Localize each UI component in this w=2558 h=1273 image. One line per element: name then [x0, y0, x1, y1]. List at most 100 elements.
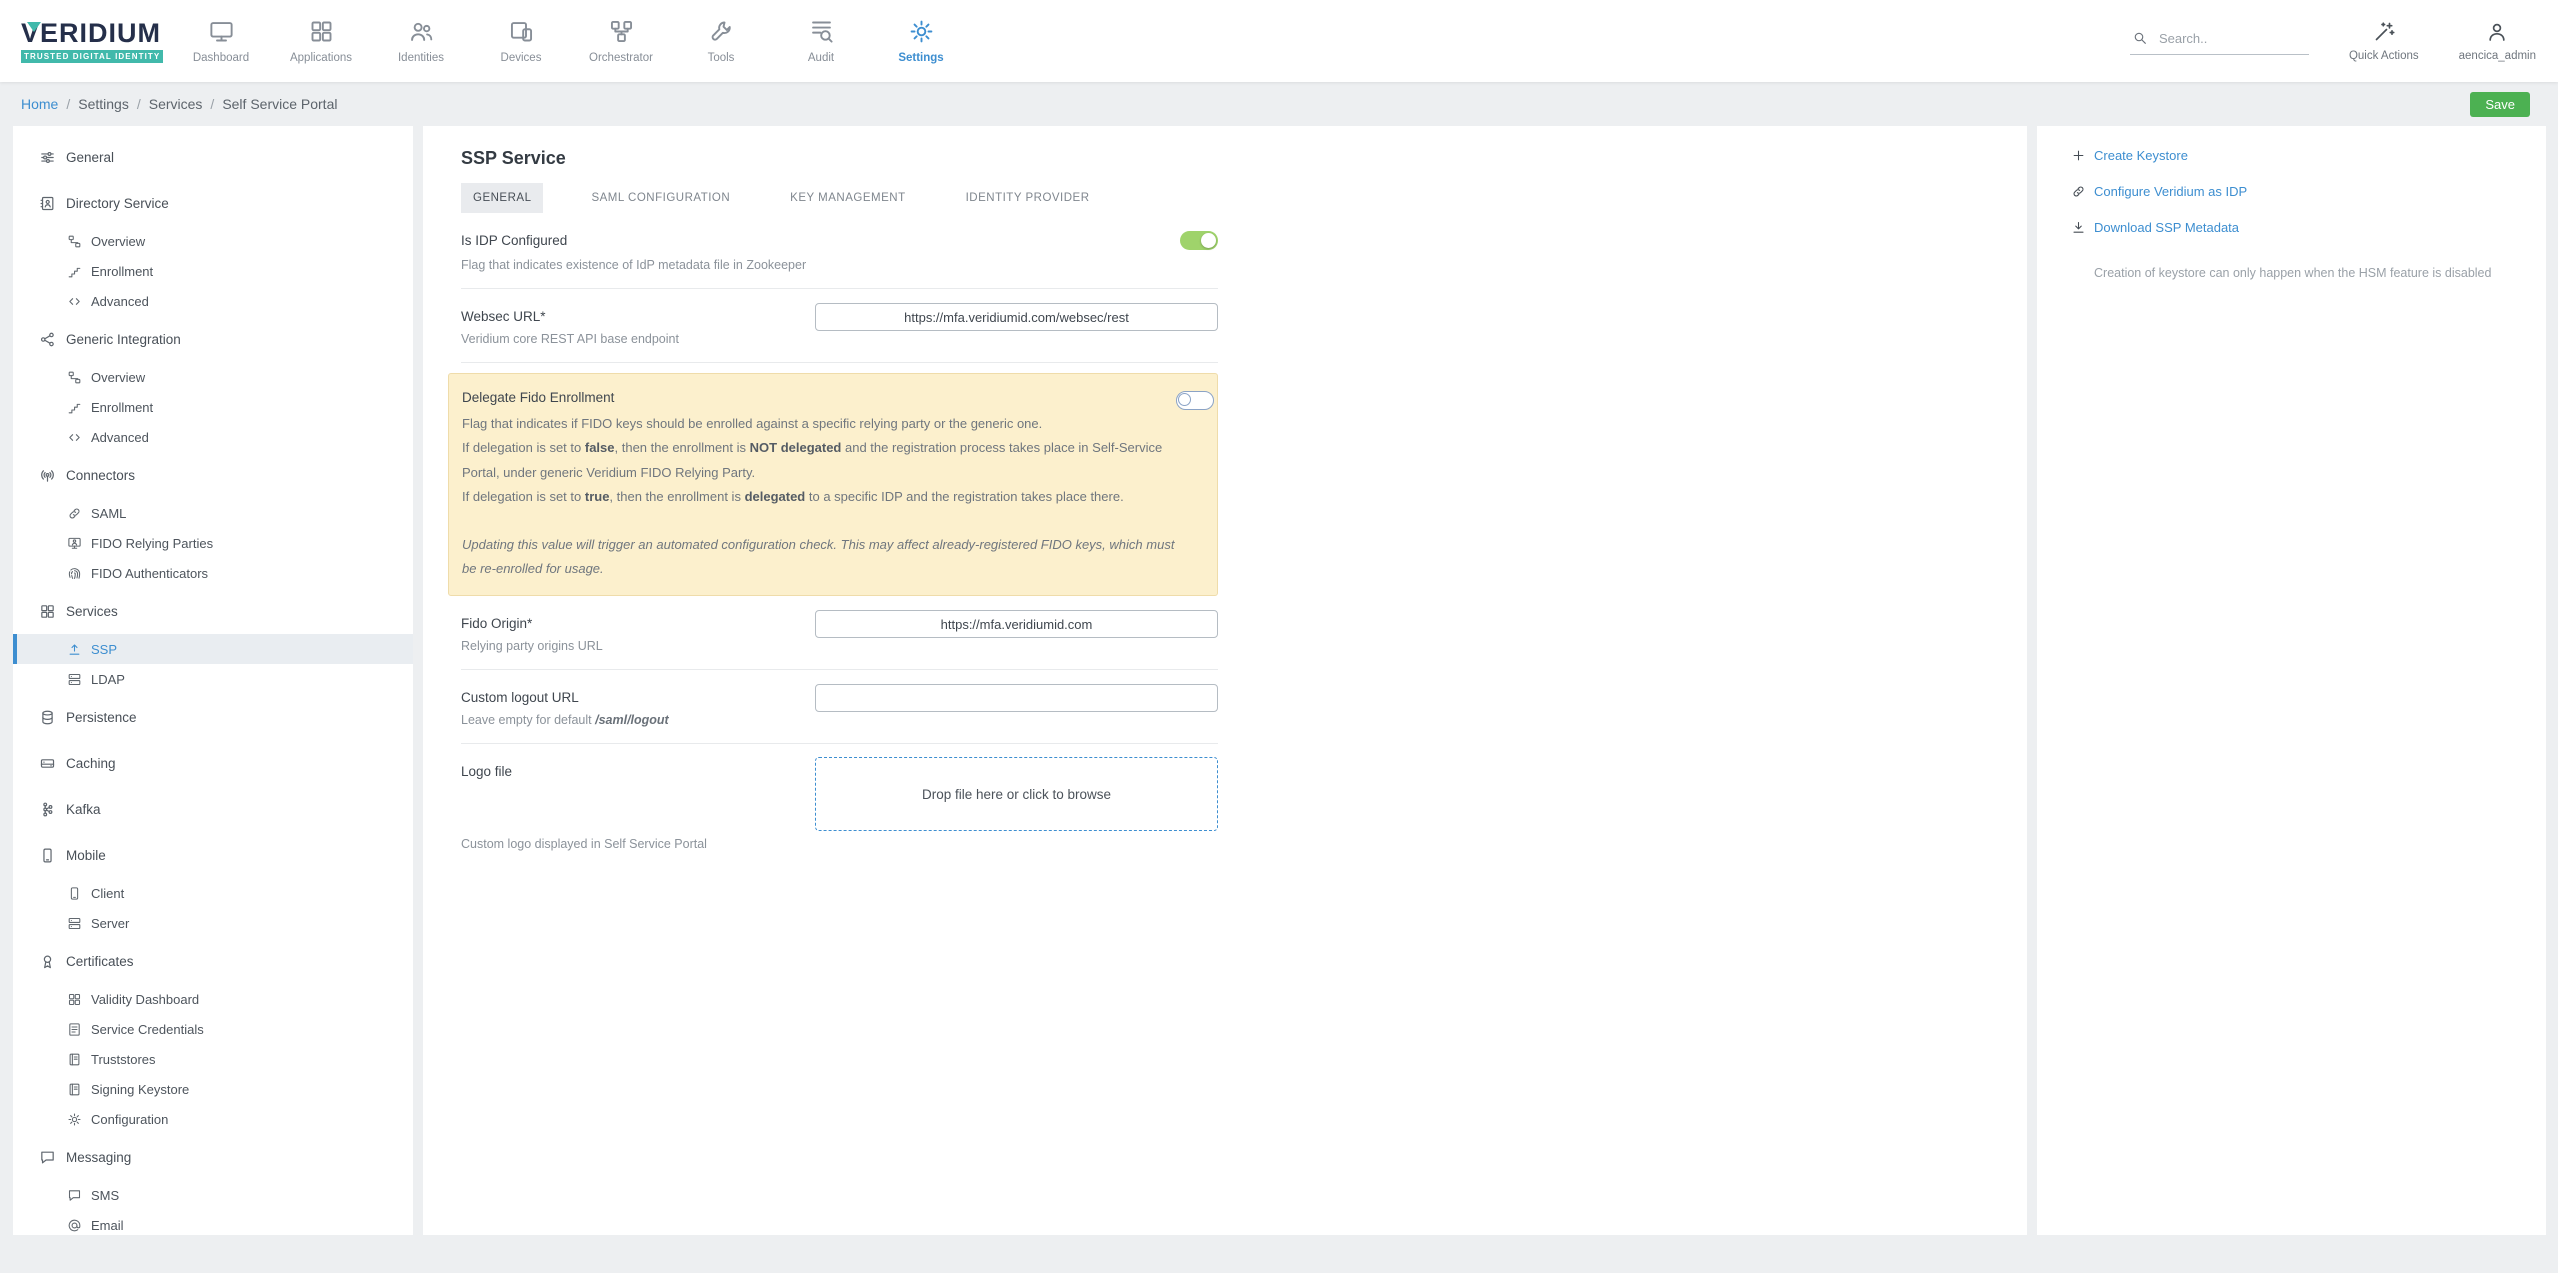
logo-dropzone[interactable]: Drop file here or click to browse — [815, 757, 1218, 831]
sidebar-item-connectors-saml[interactable]: SAML — [13, 498, 413, 528]
sidebar-item-label: Service Credentials — [91, 1022, 204, 1037]
screen-user-icon — [67, 536, 82, 551]
is-idp-configured-description: Flag that indicates existence of IdP met… — [461, 258, 1218, 272]
websec-url-input[interactable] — [815, 303, 1218, 331]
sidebar-item-label: FIDO Relying Parties — [91, 536, 213, 551]
custom-logout-input[interactable] — [815, 684, 1218, 712]
nav-item-identities[interactable]: Identities — [371, 0, 471, 82]
ssp-general-form: Is IDP Configured Flag that indicates ex… — [461, 213, 1218, 867]
sidebar-item-persistence[interactable]: Persistence — [13, 694, 413, 740]
quick-actions-label: Quick Actions — [2349, 50, 2419, 62]
nav-item-applications[interactable]: Applications — [271, 0, 371, 82]
sidebar-item-directory-service-overview[interactable]: Overview — [13, 226, 413, 256]
save-button[interactable]: Save — [2470, 92, 2530, 117]
sidebar-item-messaging[interactable]: Messaging — [13, 1134, 413, 1180]
tab-key-management[interactable]: KEY MANAGEMENT — [778, 183, 917, 213]
user-menu[interactable]: aencica_admin — [2459, 20, 2536, 62]
sidebar-item-directory-service-advanced[interactable]: Advanced — [13, 286, 413, 316]
configure-veridium-as-idp-link[interactable]: Configure Veridium as IDP — [2071, 173, 2516, 209]
orchestrator-icon — [608, 18, 635, 45]
sidebar-item-generic-integration-overview[interactable]: Overview — [13, 362, 413, 392]
sliders-icon — [39, 149, 56, 166]
sidebar-item-mobile-server[interactable]: Server — [13, 908, 413, 938]
steps-icon — [67, 264, 82, 279]
delegate-fido-enrollment-section: Delegate Fido Enrollment Flag that indic… — [448, 373, 1218, 596]
nav-item-settings[interactable]: Settings — [871, 0, 971, 82]
is-idp-configured-toggle[interactable] — [1180, 231, 1218, 250]
sidebar-item-label: Connectors — [66, 468, 135, 483]
sidebar-item-certificates-configuration[interactable]: Configuration — [13, 1104, 413, 1134]
nav-item-orchestrator[interactable]: Orchestrator — [571, 0, 671, 82]
server-icon — [67, 672, 82, 687]
delegate-description-line: If delegation is set to false, then the … — [462, 436, 1184, 485]
tab-saml-configuration[interactable]: SAML CONFIGURATION — [579, 183, 742, 213]
sidebar-item-caching[interactable]: Caching — [13, 740, 413, 786]
breadcrumb-separator: / — [137, 96, 141, 112]
websec-url-description: Veridium core REST API base endpoint — [461, 332, 679, 346]
sidebar-item-generic-integration-enrollment[interactable]: Enrollment — [13, 392, 413, 422]
sidebar-item-directory-service[interactable]: Directory Service — [13, 180, 413, 226]
sidebar-item-mobile-client[interactable]: Client — [13, 878, 413, 908]
sidebar-item-certificates[interactable]: Certificates — [13, 938, 413, 984]
sidebar-item-certificates-truststores[interactable]: Truststores — [13, 1044, 413, 1074]
create-keystore-link[interactable]: Create Keystore — [2071, 137, 2516, 173]
sidebar-item-general[interactable]: General — [13, 134, 413, 180]
sidebar-item-connectors[interactable]: Connectors — [13, 452, 413, 498]
tab-bar: GENERAL SAML CONFIGURATION KEY MANAGEMENT I… — [461, 183, 2027, 213]
sidebar-item-label: FIDO Authenticators — [91, 566, 208, 581]
keystore-note: Creation of keystore can only happen whe… — [2094, 263, 2506, 284]
sidebar-item-mobile[interactable]: Mobile — [13, 832, 413, 878]
brand-name: VERIDIUM — [21, 19, 171, 47]
quick-actions-button[interactable]: Quick Actions — [2349, 20, 2419, 62]
nav-item-label: Settings — [898, 52, 943, 64]
sidebar-item-label: Advanced — [91, 294, 149, 309]
field-row-logo-file: Logo file Drop file here or click to bro… — [461, 744, 1218, 867]
flowchart-icon — [67, 370, 82, 385]
breadcrumb-item-settings[interactable]: Settings — [78, 96, 129, 112]
sidebar-item-certificates-validity-dashboard[interactable]: Validity Dashboard — [13, 984, 413, 1014]
search-input[interactable] — [2157, 30, 2307, 47]
sidebar-item-generic-integration[interactable]: Generic Integration — [13, 316, 413, 362]
delegate-fido-label: Delegate Fido Enrollment — [462, 390, 1184, 405]
sidebar-item-connectors-fido-relying-parties[interactable]: FIDO Relying Parties — [13, 528, 413, 558]
panel-links: Create KeystoreConfigure Veridium as IDP… — [2071, 137, 2516, 245]
at-icon — [67, 1218, 82, 1233]
sidebar-item-label: Overview — [91, 234, 145, 249]
sidebar-item-messaging-email[interactable]: Email — [13, 1210, 413, 1235]
tab-general[interactable]: GENERAL — [461, 183, 543, 213]
sidebar-item-generic-integration-advanced[interactable]: Advanced — [13, 422, 413, 452]
search-icon — [2132, 30, 2148, 46]
gear-icon — [67, 1112, 82, 1127]
nav-item-audit[interactable]: Audit — [771, 0, 871, 82]
sidebar-item-services-ssp[interactable]: SSP — [13, 634, 413, 664]
nav-item-label: Tools — [708, 52, 735, 64]
audit-icon — [808, 18, 835, 45]
fido-origin-input[interactable] — [815, 610, 1218, 638]
sidebar-item-services[interactable]: Services — [13, 588, 413, 634]
sidebar-item-services-ldap[interactable]: LDAP — [13, 664, 413, 694]
field-row-is-idp-configured: Is IDP Configured Flag that indicates ex… — [461, 213, 1218, 289]
nav-item-label: Dashboard — [193, 52, 249, 64]
list-icon — [67, 1022, 82, 1037]
nav-item-devices[interactable]: Devices — [471, 0, 571, 82]
nav-item-label: Audit — [808, 52, 834, 64]
grid-icon — [67, 992, 82, 1007]
nav-item-dashboard[interactable]: Dashboard — [171, 0, 271, 82]
breadcrumb-item-home[interactable]: Home — [21, 96, 58, 112]
tab-identity-provider[interactable]: IDENTITY PROVIDER — [954, 183, 1102, 213]
sidebar-item-connectors-fido-authenticators[interactable]: FIDO Authenticators — [13, 558, 413, 588]
sidebar-item-label: Advanced — [91, 430, 149, 445]
breadcrumb-item-services[interactable]: Services — [149, 96, 203, 112]
nav-item-tools[interactable]: Tools — [671, 0, 771, 82]
custom-logout-description: Leave empty for default /saml/logout — [461, 713, 669, 727]
sidebar-item-label: SMS — [91, 1188, 119, 1203]
download-ssp-metadata-link[interactable]: Download SSP Metadata — [2071, 209, 2516, 245]
sidebar-item-kafka[interactable]: Kafka — [13, 786, 413, 832]
sidebar-item-messaging-sms[interactable]: SMS — [13, 1180, 413, 1210]
sidebar-item-certificates-signing-keystore[interactable]: Signing Keystore — [13, 1074, 413, 1104]
book-icon — [67, 1082, 82, 1097]
delegate-description-line: If delegation is set to true, then the e… — [462, 485, 1184, 509]
sidebar-item-certificates-service-credentials[interactable]: Service Credentials — [13, 1014, 413, 1044]
delegate-fido-toggle[interactable] — [1176, 391, 1214, 410]
sidebar-item-directory-service-enrollment[interactable]: Enrollment — [13, 256, 413, 286]
